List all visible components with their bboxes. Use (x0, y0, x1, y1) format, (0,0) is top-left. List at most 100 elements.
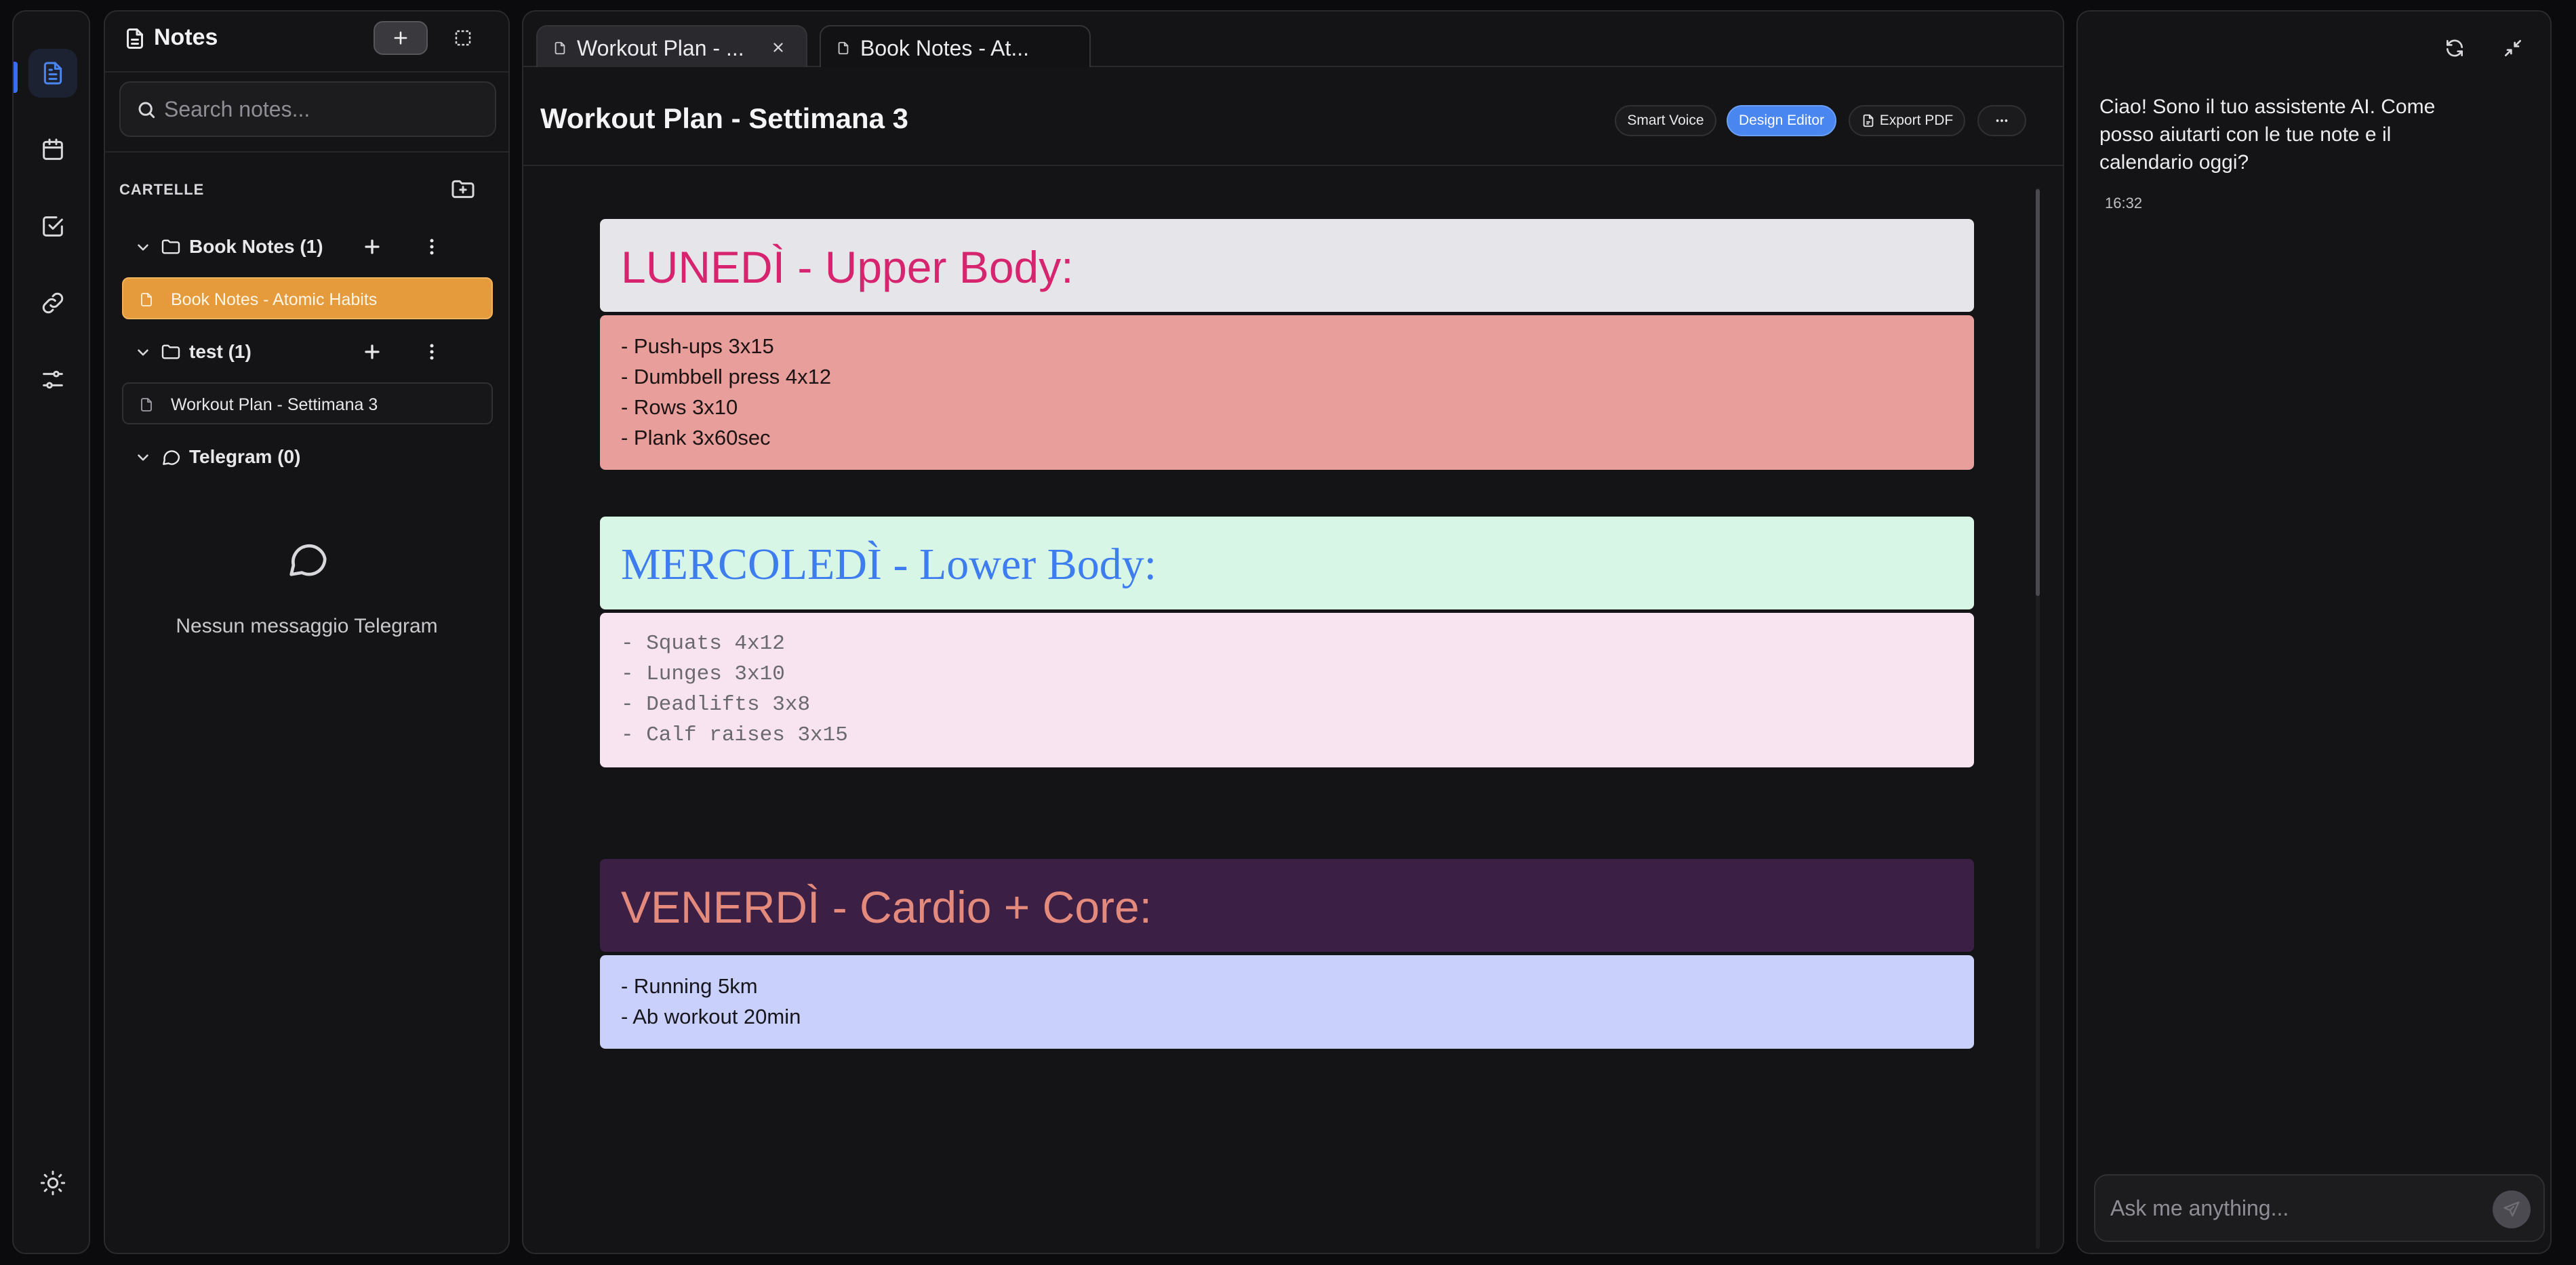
checkbox-icon (43, 216, 63, 237)
more-horizontal-icon (1996, 119, 2008, 122)
telegram-empty-message: Nessun messaggio Telegram (176, 615, 438, 637)
refresh-button[interactable] (2434, 28, 2475, 68)
content-block-friday[interactable]: - Running 5km - Ab workout 20min (600, 955, 1974, 1049)
search-icon (138, 102, 155, 119)
smart-voice-button[interactable]: Smart Voice (1615, 105, 1716, 136)
chat-bubble-icon (163, 450, 180, 465)
note-item-atomic-habits[interactable]: Book Notes - Atomic Habits (122, 277, 493, 319)
calendar-icon (43, 138, 63, 160)
more-vertical-icon[interactable] (420, 235, 444, 259)
content-block-wednesday[interactable]: - Squats 4x12 - Lunges 3x10 - Deadlifts … (600, 613, 1974, 767)
folder-row-test[interactable]: test (1) (119, 332, 496, 372)
link-icon (42, 292, 64, 314)
file-pdf-icon (1863, 114, 1874, 127)
scrollbar-thumb[interactable] (2036, 189, 2040, 596)
assistant-message: Ciao! Sono il tuo assistente AI. Come po… (2099, 96, 2436, 174)
folder-label: Telegram (0) (189, 446, 301, 467)
block-heading: LUNEDÌ - Upper Body: (621, 242, 1074, 292)
exercise-line: - Lunges 3x10 (621, 662, 785, 686)
plus-icon[interactable] (360, 340, 384, 364)
notes-sidebar: Notes CARTELLE Book Notes (1) Book N (104, 10, 510, 1254)
send-icon (2503, 1201, 2520, 1217)
folder-label: Book Notes (1) (189, 236, 323, 257)
document-icon (141, 293, 152, 306)
tab-workout-plan[interactable]: Workout Plan - ... (536, 25, 807, 67)
export-pdf-button[interactable]: Export PDF (1849, 105, 1965, 136)
sliders-icon (43, 370, 63, 389)
exercise-line: - Rows 3x10 (621, 395, 738, 419)
editor-panel: Workout Plan - ... Book Notes - At... Wo… (522, 10, 2064, 1254)
dashed-select-icon (455, 30, 471, 46)
settings-nav-button[interactable] (28, 355, 77, 404)
document-icon (838, 41, 849, 55)
icon-rail (12, 10, 90, 1254)
chevron-down-icon[interactable] (134, 344, 152, 361)
search-box (119, 81, 496, 137)
plus-icon[interactable] (360, 235, 384, 259)
heading-block-friday[interactable]: VENERDÌ - Cardio + Core: (600, 859, 1974, 952)
sidebar-title: Notes (154, 24, 218, 50)
folder-icon (161, 344, 180, 359)
folder-row-book-notes[interactable]: Book Notes (1) (119, 226, 496, 267)
tab-label: Workout Plan - ... (577, 36, 744, 60)
tab-label: Book Notes - At... (860, 36, 1029, 60)
document-icon (43, 62, 62, 85)
collapse-icon (2505, 40, 2521, 56)
note-item-workout-plan[interactable]: Workout Plan - Settimana 3 (122, 382, 493, 424)
note-label: Workout Plan - Settimana 3 (171, 395, 378, 414)
tasks-nav-button[interactable] (28, 202, 77, 251)
more-options-button[interactable] (1977, 105, 2026, 136)
content-block-monday[interactable]: - Push-ups 3x15 - Dumbbell press 4x12 - … (600, 315, 1974, 470)
folder-icon (161, 239, 180, 254)
refresh-icon (2447, 39, 2463, 57)
heading-block-monday[interactable]: LUNEDÌ - Upper Body: (600, 219, 1974, 312)
tab-book-notes[interactable]: Book Notes - At... (820, 25, 1091, 67)
heading-block-wednesday[interactable]: MERCOLEDÌ - Lower Body: (600, 517, 1974, 609)
ai-assistant-panel: Ciao! Sono il tuo assistente AI. Come po… (2076, 10, 2552, 1254)
message-time: 16:32 (2105, 195, 2143, 212)
chevron-down-icon[interactable] (134, 239, 152, 256)
folder-row-telegram[interactable]: Telegram (0) (119, 437, 496, 477)
exercise-line: - Plank 3x60sec (621, 426, 771, 449)
exercise-line: - Ab workout 20min (621, 1005, 801, 1028)
plus-icon (394, 31, 407, 45)
document-body[interactable]: LUNEDÌ - Upper Body: - Push-ups 3x15 - D… (523, 167, 2063, 1253)
tab-bar: Workout Plan - ... Book Notes - At... (523, 12, 2063, 67)
theme-toggle-button[interactable] (28, 1159, 77, 1207)
block-heading: MERCOLEDÌ - Lower Body: (621, 540, 1157, 589)
note-label: Book Notes - Atomic Habits (171, 290, 378, 309)
exercise-line: - Push-ups 3x15 (621, 334, 774, 358)
document-header: Workout Plan - Settimana 3 Smart Voice D… (523, 68, 2063, 166)
new-folder-icon[interactable] (449, 176, 477, 203)
select-mode-button[interactable] (444, 21, 482, 55)
document-title[interactable]: Workout Plan - Settimana 3 (540, 102, 908, 135)
more-vertical-icon[interactable] (420, 340, 444, 364)
sun-icon (40, 1170, 66, 1196)
active-indicator (14, 62, 18, 93)
new-note-button[interactable] (374, 21, 428, 55)
document-icon (127, 28, 143, 49)
send-button[interactable] (2493, 1190, 2531, 1228)
calendar-nav-button[interactable] (28, 125, 77, 174)
collapse-button[interactable] (2493, 28, 2533, 68)
folder-label: test (1) (189, 341, 251, 362)
document-icon (141, 398, 152, 411)
divider (105, 151, 508, 153)
app-window: Notes CARTELLE Book Notes (1) Book N (0, 0, 2576, 1265)
folders-section-label: CARTELLE (119, 181, 205, 198)
exercise-line: - Squats 4x12 (621, 632, 785, 656)
exercise-line: - Running 5km (621, 974, 758, 998)
export-pdf-label: Export PDF (1879, 113, 1954, 128)
exercise-line: - Calf raises 3x15 (621, 723, 848, 747)
chat-input[interactable] (2110, 1176, 2476, 1241)
divider (105, 71, 508, 73)
close-icon[interactable] (771, 40, 786, 55)
chevron-down-icon[interactable] (134, 449, 152, 466)
search-input[interactable] (164, 83, 483, 136)
chat-input-box (2094, 1174, 2545, 1242)
block-heading: VENERDÌ - Cardio + Core: (621, 882, 1152, 932)
links-nav-button[interactable] (28, 279, 77, 327)
notes-nav-button[interactable] (28, 49, 77, 98)
design-editor-button[interactable]: Design Editor (1727, 105, 1836, 136)
exercise-line: - Deadlifts 3x8 (621, 693, 811, 717)
